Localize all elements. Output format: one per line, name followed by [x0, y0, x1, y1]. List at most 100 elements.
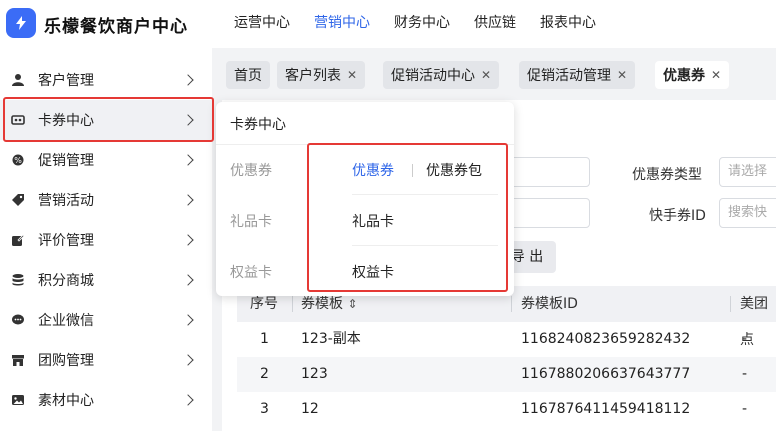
sidebar: 客户管理 卡券中心 % 促销管理 营销活动 评价管理 积分商城 企业微信 团购管…: [0, 48, 212, 431]
topnav-finance[interactable]: 财务中心: [382, 0, 462, 48]
close-icon[interactable]: ✕: [617, 68, 627, 82]
sidebar-item-wecom[interactable]: 企业微信: [0, 300, 212, 340]
sidebar-item-label: 营销活动: [38, 193, 94, 209]
tab-home[interactable]: 首页: [226, 61, 270, 89]
sort-icon[interactable]: ⇕: [347, 297, 357, 311]
cell-meituan: -: [742, 401, 748, 417]
topnav-ops[interactable]: 运营中心: [222, 0, 302, 48]
close-icon[interactable]: ✕: [481, 68, 491, 82]
brand-name: 乐檬餐饮商户中心: [44, 17, 188, 37]
sidebar-item-label: 素材中心: [38, 393, 94, 409]
column-divider: [292, 296, 293, 312]
store-icon: [10, 352, 26, 368]
close-icon[interactable]: ✕: [711, 68, 721, 82]
sidebar-item-campaigns[interactable]: 营销活动: [0, 180, 212, 220]
gear-badge-icon: %: [10, 152, 26, 168]
cell-template-id: 1167880206637643777: [521, 366, 691, 382]
chevron-right-icon: [182, 314, 194, 326]
chevron-right-icon: [182, 194, 194, 206]
tab-label: 客户列表: [285, 68, 341, 84]
logo-icon: [16, 16, 26, 30]
chevron-right-icon: [182, 234, 194, 246]
divider: [216, 144, 514, 145]
menu-item-coupon[interactable]: 优惠券: [352, 160, 394, 180]
sidebar-item-label: 企业微信: [38, 313, 94, 329]
sidebar-item-label: 评价管理: [38, 233, 94, 249]
th-template-label: 券模板: [301, 296, 343, 312]
cell-index: 3: [260, 401, 269, 417]
sidebar-item-customers[interactable]: 客户管理: [0, 60, 212, 100]
tag-icon: [10, 192, 26, 208]
sidebar-item-group-buy[interactable]: 团购管理: [0, 340, 212, 380]
sidebar-item-points-mall[interactable]: 积分商城: [0, 260, 212, 300]
column-divider: [730, 296, 731, 312]
cell-meituan: -: [742, 331, 748, 347]
topnav-marketing[interactable]: 营销中心: [302, 0, 382, 48]
topnav-reports[interactable]: 报表中心: [528, 0, 608, 48]
tab-promo-management[interactable]: 促销活动管理 ✕: [519, 61, 636, 89]
divider: [352, 194, 498, 195]
tab-customer-list[interactable]: 客户列表 ✕: [277, 61, 366, 89]
sidebar-item-label: 促销管理: [38, 153, 94, 169]
chat-icon: [10, 312, 26, 328]
database-icon: [10, 272, 26, 288]
tab-label: 促销活动中心: [391, 68, 475, 84]
table-row[interactable]: 1 123-副本 1168240823659282432 -: [237, 322, 776, 357]
chevron-right-icon: [182, 274, 194, 286]
coupon-type-select[interactable]: 请选择: [719, 157, 776, 187]
sidebar-item-reviews[interactable]: 评价管理: [0, 220, 212, 260]
chevron-right-icon: [182, 154, 194, 166]
th-template-id: 券模板ID: [521, 296, 578, 312]
cell-template: 123-副本: [301, 331, 361, 347]
cell-template: 12: [301, 401, 319, 417]
chevron-right-icon: [182, 74, 194, 86]
tab-promo-center[interactable]: 促销活动中心 ✕: [383, 61, 500, 89]
kuaishou-id-input[interactable]: 搜索快: [719, 198, 776, 228]
sidebar-item-label: 卡券中心: [38, 113, 94, 129]
cell-index: 2: [260, 366, 269, 382]
cards-submenu-popup: 卡券中心 优惠券 礼品卡 权益卡 优惠券 优惠券包 礼品卡 权益卡: [216, 102, 514, 296]
sidebar-item-label: 积分商城: [38, 273, 94, 289]
cell-template: 123: [301, 366, 328, 382]
cell-meituan: -: [742, 366, 748, 382]
edit-icon: [10, 232, 26, 248]
table-row[interactable]: 2 123 1167880206637643777 -: [237, 357, 776, 392]
cell-template-id: 1168240823659282432: [521, 331, 691, 347]
top-nav: 运营中心 营销中心 财务中心 供应链 报表中心: [222, 0, 608, 48]
kuaishou-id-label: 快手券ID: [649, 208, 706, 224]
topnav-supply[interactable]: 供应链: [462, 0, 528, 48]
brand-logo[interactable]: [6, 8, 36, 38]
column-divider: [511, 296, 512, 312]
chevron-right-icon: [182, 394, 194, 406]
ticket-icon: [10, 112, 26, 128]
popup-title: 卡券中心: [230, 117, 286, 133]
tab-label: 首页: [234, 68, 262, 84]
sidebar-item-label: 客户管理: [38, 73, 94, 89]
sidebar-item-cards[interactable]: 卡券中心: [0, 100, 212, 140]
divider: [352, 245, 498, 246]
chevron-right-icon: [182, 114, 194, 126]
divider: [412, 164, 413, 177]
sidebar-item-label: 团购管理: [38, 353, 94, 369]
category-gift-card: 礼品卡: [230, 214, 272, 230]
tab-label: 优惠券: [663, 68, 705, 84]
cell-template-id: 1167876411459418112: [521, 401, 691, 417]
menu-item-gift-card[interactable]: 礼品卡: [352, 211, 394, 231]
table-row[interactable]: 3 12 1167876411459418112 -: [237, 392, 776, 427]
th-meituan: 美团点: [740, 296, 768, 348]
tab-coupons[interactable]: 优惠券 ✕: [655, 61, 730, 89]
tab-label: 促销活动管理: [527, 68, 611, 84]
menu-item-benefit-card[interactable]: 权益卡: [352, 262, 394, 282]
user-icon: [10, 72, 26, 88]
coupon-type-label: 优惠券类型: [632, 167, 702, 183]
tab-bar: 首页 客户列表 ✕ 促销活动中心 ✕ 促销活动管理 ✕ 优惠券 ✕: [212, 48, 776, 100]
image-icon: [10, 392, 26, 408]
close-icon[interactable]: ✕: [347, 68, 357, 82]
sidebar-item-materials[interactable]: 素材中心: [0, 380, 212, 420]
sidebar-item-promotions[interactable]: % 促销管理: [0, 140, 212, 180]
category-coupon: 优惠券: [230, 163, 272, 179]
cell-index: 1: [260, 331, 269, 347]
chevron-right-icon: [182, 354, 194, 366]
category-benefit-card: 权益卡: [230, 265, 272, 281]
menu-item-coupon-pack[interactable]: 优惠券包: [426, 160, 482, 180]
